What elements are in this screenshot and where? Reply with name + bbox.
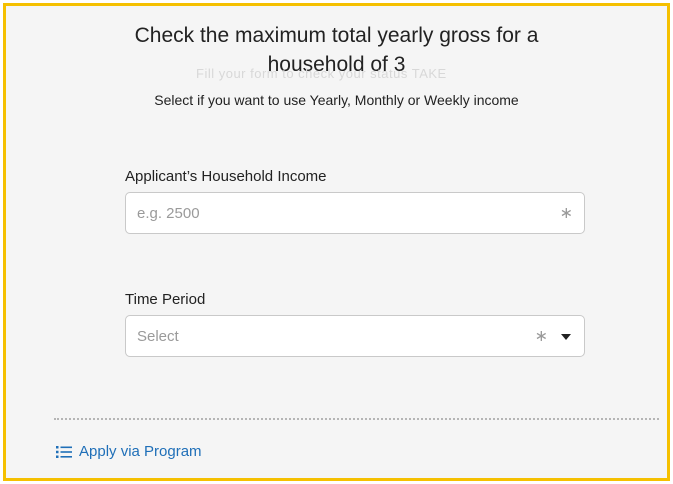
time-period-select[interactable]: Select ∗ (125, 315, 585, 357)
form-panel: Check the maximum total yearly gross for… (3, 3, 670, 481)
page-subtitle: Select if you want to use Yearly, Monthl… (154, 92, 519, 108)
list-icon (56, 445, 72, 458)
income-input[interactable] (126, 193, 536, 233)
time-period-label: Time Period (125, 291, 206, 308)
faded-watermark-text: Fill your form to check your status TAKE (196, 66, 447, 81)
income-label: Applicant’s Household Income (125, 168, 327, 185)
page-title: Check the maximum total yearly gross for… (134, 24, 539, 47)
caret-down-icon[interactable] (561, 334, 571, 340)
required-asterisk-icon: ∗ (534, 328, 548, 345)
income-field[interactable]: ∗ (125, 192, 585, 234)
required-asterisk-icon: ∗ (559, 205, 573, 222)
apply-link-label: Apply via Program (79, 443, 202, 460)
dotted-divider (54, 418, 659, 420)
apply-via-program-link[interactable]: Apply via Program (56, 443, 202, 460)
time-period-selected-value: Select (137, 328, 179, 345)
